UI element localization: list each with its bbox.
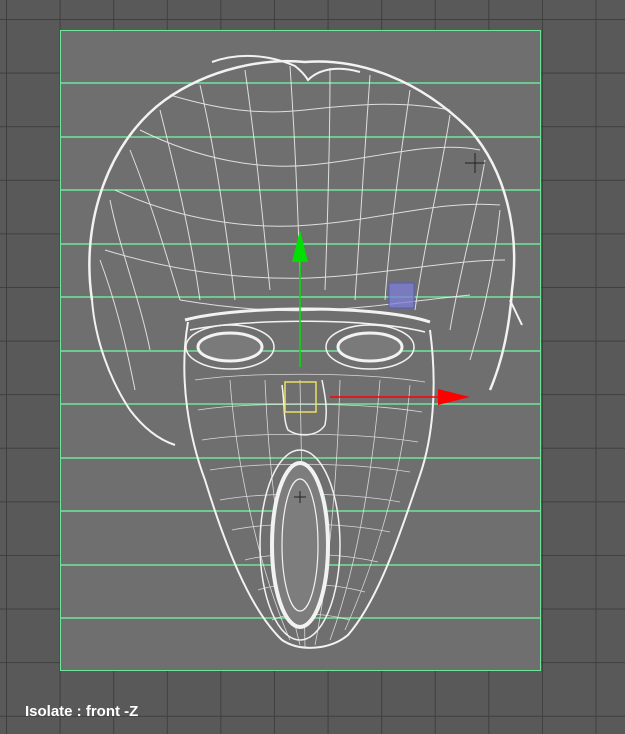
viewport-overlay	[60, 54, 541, 649]
selected-vertex-handle[interactable]	[388, 282, 415, 309]
viewport-view-label: Isolate : front -Z	[25, 703, 139, 720]
x-axis-arrow-icon[interactable]	[438, 389, 470, 405]
3d-viewport[interactable]: Isolate : front -Z	[0, 0, 625, 734]
y-axis-arrow-icon[interactable]	[292, 230, 308, 262]
head-wireframe-mesh[interactable]	[88, 54, 523, 649]
